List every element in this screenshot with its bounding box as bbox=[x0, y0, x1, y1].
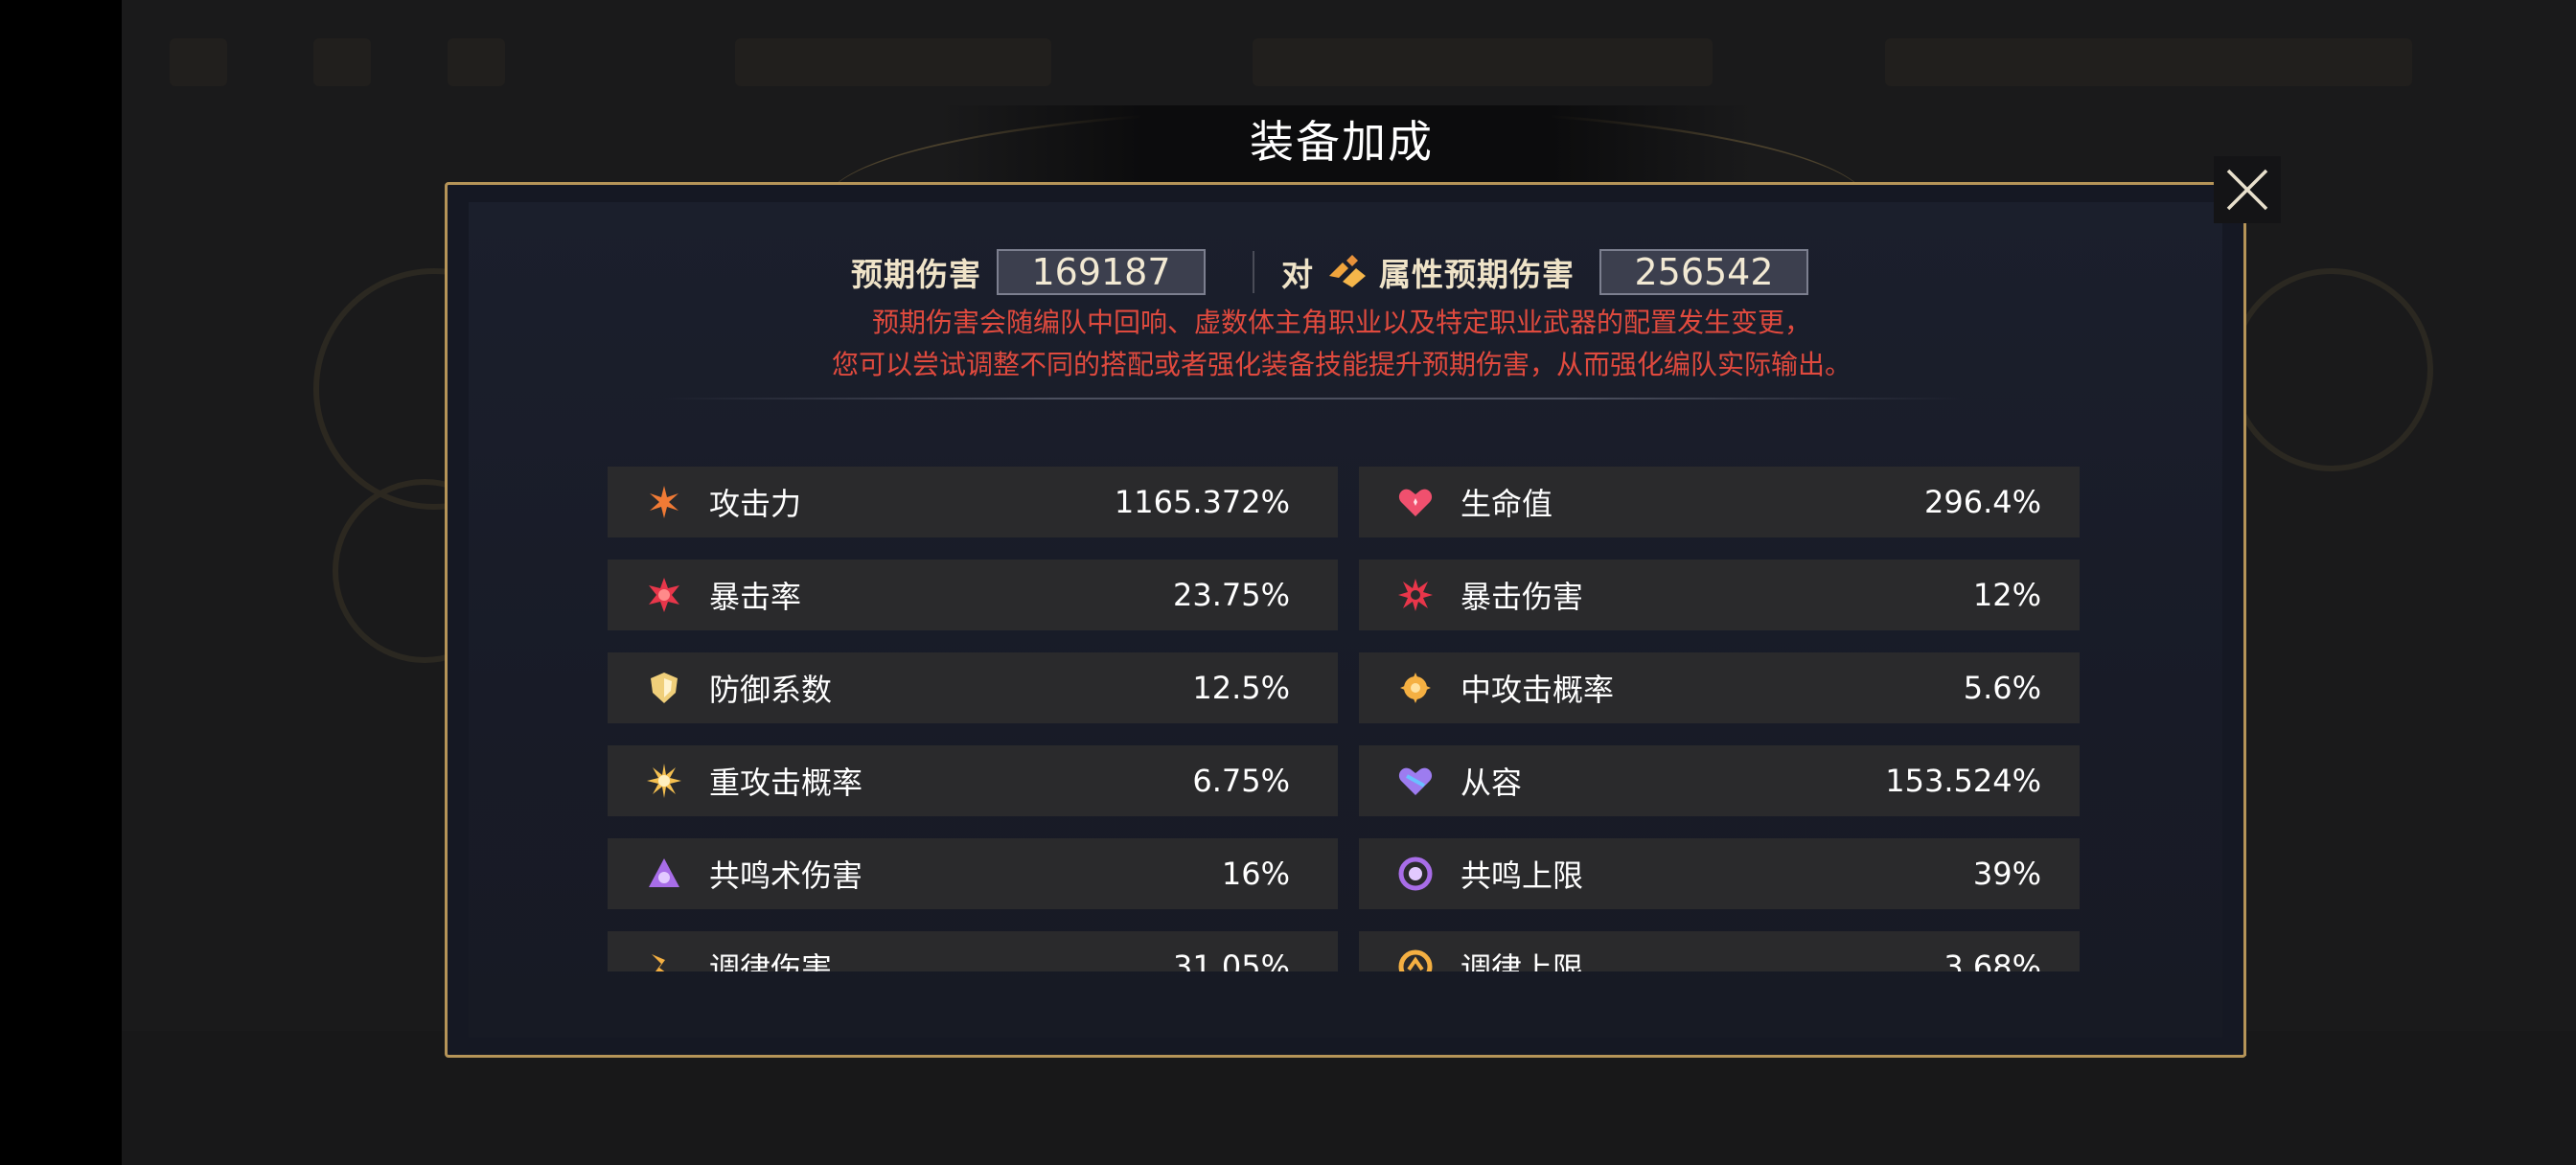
damage-notes: 预期伤害会随编队中回响、虚数体主角职业以及特定职业武器的配置发生变更， 您可以尝… bbox=[671, 302, 2012, 386]
tuning-damage-icon bbox=[646, 948, 682, 971]
close-button[interactable] bbox=[2214, 156, 2281, 223]
stat-name: 共鸣术伤害 bbox=[709, 857, 863, 894]
resonance-damage-icon bbox=[646, 856, 682, 892]
stat-row: 生命值 296.4% bbox=[1359, 467, 2080, 537]
stat-value: 1165.372% bbox=[1114, 484, 1290, 520]
stat-row: 中攻击概率 5.6% bbox=[1359, 652, 2080, 723]
expected-damage-label: 预期伤害 bbox=[851, 256, 981, 293]
stat-name: 调律上限 bbox=[1460, 950, 1584, 971]
note-line: 您可以尝试调整不同的搭配或者强化装备技能提升预期伤害，从而强化编队实际输出。 bbox=[831, 349, 1852, 380]
stat-value: 12% bbox=[1972, 577, 2041, 613]
composure-icon bbox=[1397, 763, 1434, 799]
stat-name: 调律伤害 bbox=[709, 950, 833, 971]
stat-name: 暴击伤害 bbox=[1460, 579, 1584, 615]
stat-row: 调律上限 3.68% bbox=[1359, 931, 2080, 971]
stat-name: 中攻击概率 bbox=[1460, 672, 1615, 708]
element-damage-value: 256542 bbox=[1599, 249, 1808, 295]
stats-list[interactable]: 攻击力 1165.372% 生命值 296.4% 暴击率 23.75% 暴击伤害… bbox=[608, 467, 2080, 971]
stat-value: 5.6% bbox=[1963, 670, 2041, 706]
medium-attack-icon bbox=[1397, 670, 1434, 706]
element-expected-damage: 对 属性预期伤害 256542 bbox=[1281, 247, 1808, 297]
note-line: 预期伤害会随编队中回响、虚数体主角职业以及特定职业武器的配置发生变更， bbox=[871, 307, 1811, 338]
stat-value: 6.75% bbox=[1192, 763, 1290, 799]
attack-icon bbox=[646, 484, 682, 520]
crit-damage-icon bbox=[1397, 577, 1434, 613]
stat-name: 生命值 bbox=[1460, 486, 1553, 522]
stat-row: 暴击伤害 12% bbox=[1359, 560, 2080, 630]
stat-row: 暴击率 23.75% bbox=[608, 560, 1338, 630]
panel-border bbox=[2243, 230, 2246, 1056]
stat-value: 12.5% bbox=[1192, 670, 1290, 706]
stat-name: 共鸣上限 bbox=[1460, 857, 1584, 894]
bg-ring bbox=[2230, 268, 2433, 471]
stat-value: 39% bbox=[1972, 856, 2041, 892]
stat-row: 防御系数 12.5% bbox=[608, 652, 1338, 723]
stat-row: 共鸣术伤害 16% bbox=[608, 838, 1338, 909]
stat-row: 调律伤害 31.05% bbox=[608, 931, 1338, 971]
stat-name: 从容 bbox=[1460, 765, 1523, 801]
element-damage-label: 属性预期伤害 bbox=[1379, 256, 1575, 293]
vs-label: 对 bbox=[1281, 256, 1314, 293]
stat-row: 攻击力 1165.372% bbox=[608, 467, 1338, 537]
panel-title: 装备加成 bbox=[1250, 116, 1434, 168]
expected-damage: 预期伤害 169187 bbox=[851, 247, 1206, 297]
bg-icon bbox=[313, 38, 371, 86]
bg-chip bbox=[2125, 38, 2412, 86]
stat-name: 重攻击概率 bbox=[709, 765, 863, 801]
stat-name: 防御系数 bbox=[709, 672, 833, 708]
stat-value: 153.524% bbox=[1885, 763, 2041, 799]
stat-row: 共鸣上限 39% bbox=[1359, 838, 2080, 909]
bg-icon bbox=[448, 38, 505, 86]
tuning-cap-icon bbox=[1397, 948, 1434, 971]
close-icon bbox=[2226, 169, 2268, 211]
bg-chip bbox=[735, 38, 1051, 86]
bg-icon bbox=[170, 38, 227, 86]
stat-name: 攻击力 bbox=[709, 486, 802, 522]
defense-icon bbox=[646, 670, 682, 706]
crit-rate-icon bbox=[646, 577, 682, 613]
stat-value: 23.75% bbox=[1172, 577, 1290, 613]
header-separator bbox=[1253, 251, 1254, 293]
expected-damage-value: 169187 bbox=[997, 249, 1206, 295]
stat-row: 从容 153.524% bbox=[1359, 745, 2080, 816]
stat-row: 重攻击概率 6.75% bbox=[608, 745, 1338, 816]
heart-icon bbox=[1397, 484, 1434, 520]
stat-value: 31.05% bbox=[1172, 948, 1290, 971]
heavy-attack-icon bbox=[646, 763, 682, 799]
golden-element-icon bbox=[1325, 253, 1369, 291]
stat-value: 3.68% bbox=[1944, 948, 2041, 971]
divider bbox=[661, 398, 1965, 400]
bg-chip bbox=[1253, 38, 1713, 86]
stat-value: 296.4% bbox=[1923, 484, 2041, 520]
stat-value: 16% bbox=[1221, 856, 1290, 892]
resonance-cap-icon bbox=[1397, 856, 1434, 892]
stat-name: 暴击率 bbox=[709, 579, 802, 615]
